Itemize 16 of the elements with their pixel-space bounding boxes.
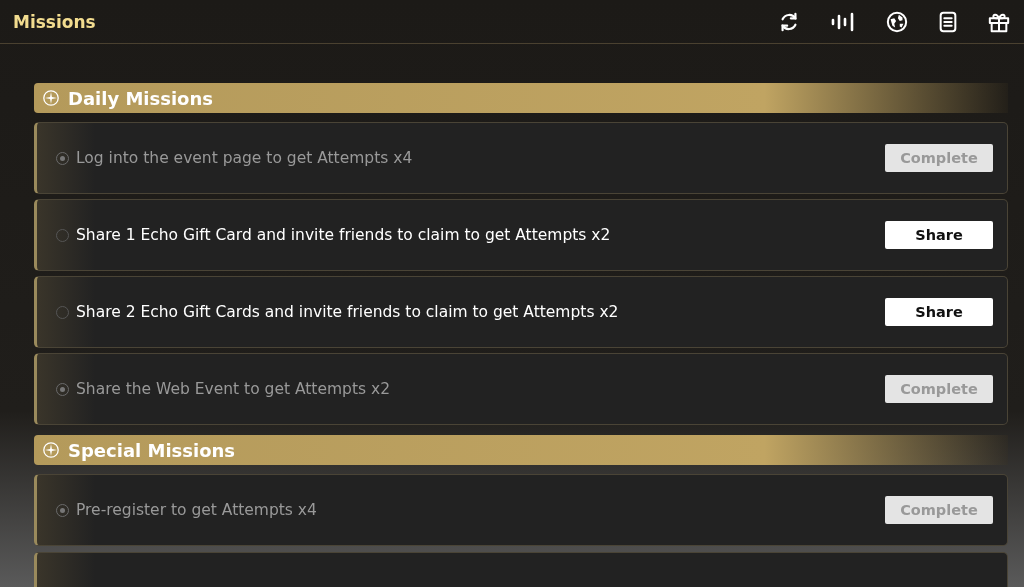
page-title: Missions (13, 11, 96, 32)
mission-button[interactable]: Share (885, 221, 993, 249)
sparkle-icon (43, 442, 59, 458)
mission-button[interactable]: Share (885, 298, 993, 326)
section-title: Special Missions (68, 439, 236, 461)
mission-text: Log into the event page to get Attempts x4 (76, 149, 414, 167)
section-title: Daily Missions (68, 87, 213, 109)
globe-icon[interactable] (886, 10, 908, 33)
mission-text: Share 1 Echo Gift Card and invite friends to claim to get Attempts x2 (76, 226, 612, 244)
document-icon[interactable] (938, 10, 958, 33)
mission-text: Share the Web Event to get Attempts x2 (76, 380, 391, 398)
sound-bars-icon[interactable] (830, 10, 856, 33)
refresh-icon[interactable] (778, 10, 800, 33)
mission-text: Pre-register to get Attempts x4 (76, 501, 318, 519)
sparkle-icon (43, 90, 59, 106)
mission-text: Share 2 Echo Gift Cards and invite friends to claim to get Attempts x2 (76, 303, 620, 321)
